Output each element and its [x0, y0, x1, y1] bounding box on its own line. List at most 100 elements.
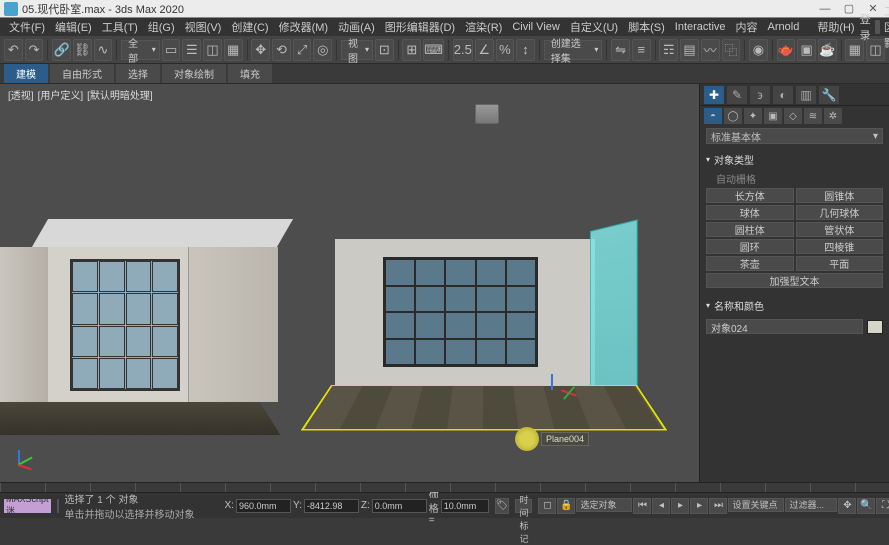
- cp-category-dropdown[interactable]: 标准基本体▾: [706, 128, 883, 144]
- ribbon-tab-populate[interactable]: 填充: [228, 64, 272, 83]
- cp-sub-shapes[interactable]: ◯: [724, 108, 742, 124]
- menu-modifiers[interactable]: 修改器(M): [274, 19, 334, 35]
- select-object-button[interactable]: ▭: [162, 39, 181, 61]
- prim-geosphere[interactable]: 几何球体: [796, 205, 884, 220]
- viewcube[interactable]: [475, 104, 505, 130]
- use-center-button[interactable]: ⊡: [375, 39, 394, 61]
- grid-input[interactable]: [441, 499, 489, 513]
- align-button[interactable]: ≡: [632, 39, 651, 61]
- snap-toggle-button[interactable]: 2.5: [453, 39, 473, 61]
- undo-button[interactable]: ↶: [4, 39, 23, 61]
- placement-button[interactable]: ◎: [313, 39, 332, 61]
- cp-tab-display[interactable]: ▥: [796, 86, 816, 104]
- menu-grapheditors[interactable]: 图形编辑器(D): [380, 19, 460, 35]
- select-region-button[interactable]: ◫: [203, 39, 222, 61]
- move-gizmo[interactable]: [551, 374, 579, 402]
- prim-cone[interactable]: 圆锥体: [796, 188, 884, 203]
- manipulate-button[interactable]: ⊞: [402, 39, 421, 61]
- redo-button[interactable]: ↷: [25, 39, 44, 61]
- cp-sub-spacewarps[interactable]: ≋: [804, 108, 822, 124]
- menu-help[interactable]: 帮助(H): [812, 19, 859, 35]
- prim-box[interactable]: 长方体: [706, 188, 794, 203]
- prim-plane[interactable]: 平面: [796, 256, 884, 271]
- ref-coord-dropdown[interactable]: 视图: [341, 40, 373, 60]
- object-color-swatch[interactable]: [867, 320, 883, 334]
- ribbon-tab-modeling[interactable]: 建模: [4, 64, 48, 83]
- menu-group[interactable]: 组(G): [143, 19, 180, 35]
- menu-script[interactable]: 脚本(S): [623, 19, 670, 35]
- menu-customize[interactable]: 自定义(U): [565, 19, 623, 35]
- menu-rendering[interactable]: 渲染(R): [460, 19, 507, 35]
- open-autodesk-button[interactable]: ▦: [845, 39, 864, 61]
- render-button[interactable]: ☕: [818, 39, 837, 61]
- coord-y-input[interactable]: [304, 499, 359, 513]
- prim-torus[interactable]: 圆环: [706, 239, 794, 254]
- cp-sub-systems[interactable]: ✲: [824, 108, 842, 124]
- layer-explorer-button[interactable]: ☶: [659, 39, 678, 61]
- selection-filter-dropdown[interactable]: 全部: [121, 40, 160, 60]
- menu-arnold[interactable]: Arnold: [763, 21, 805, 33]
- cp-sub-geometry[interactable]: ◓: [704, 108, 722, 124]
- viewport-label[interactable]: [透视][用户定义][默认明暗处理]: [6, 87, 155, 102]
- select-name-button[interactable]: ☰: [182, 39, 201, 61]
- named-selset-dropdown[interactable]: 创建选择集: [544, 40, 603, 60]
- render-setup-button[interactable]: 🫖: [777, 39, 796, 61]
- arnold-render-button[interactable]: ◫: [866, 39, 885, 61]
- material-editor-button[interactable]: ◉: [749, 39, 768, 61]
- move-button[interactable]: ✥: [251, 39, 270, 61]
- window-crossing-button[interactable]: ▦: [224, 39, 243, 61]
- schematic-view-button[interactable]: ⿻: [722, 39, 741, 61]
- scale-button[interactable]: ⤢: [293, 39, 312, 61]
- cp-tab-utilities[interactable]: 🔧: [819, 86, 839, 104]
- cp-autogrid-check[interactable]: 自动栅格: [706, 169, 883, 188]
- prim-textplus[interactable]: 加强型文本: [706, 273, 883, 288]
- menu-tools[interactable]: 工具(T): [97, 19, 143, 35]
- cp-tab-create[interactable]: ✚: [704, 86, 724, 104]
- angle-snap-button[interactable]: ∠: [475, 39, 494, 61]
- workspace-icon[interactable]: [875, 20, 880, 34]
- spinner-snap-button[interactable]: ↕: [516, 39, 535, 61]
- cp-tab-hierarchy[interactable]: ϶: [750, 86, 770, 104]
- link-button[interactable]: 🔗: [52, 39, 71, 61]
- cp-sub-helpers[interactable]: ◇: [784, 108, 802, 124]
- menu-create[interactable]: 创建(C): [226, 19, 273, 35]
- coord-z-input[interactable]: [372, 499, 427, 513]
- maximize-button[interactable]: ▢: [837, 2, 861, 15]
- render-frame-button[interactable]: ▣: [797, 39, 816, 61]
- menu-interactive[interactable]: Interactive: [670, 21, 731, 33]
- ribbon-tab-selection[interactable]: 选择: [116, 64, 160, 83]
- viewport[interactable]: [透视][用户定义][默认明暗处理]: [0, 84, 699, 482]
- menu-civilview[interactable]: Civil View: [507, 21, 564, 33]
- percent-snap-button[interactable]: %: [496, 39, 515, 61]
- object-name-input[interactable]: 对象024: [706, 319, 863, 334]
- coord-x-input[interactable]: [236, 499, 291, 513]
- time-tag-dropdown[interactable]: 添加时间标记: [515, 499, 532, 513]
- ribbon-tab-freeform[interactable]: 自由形式: [50, 64, 114, 83]
- minimize-button[interactable]: —: [813, 3, 837, 15]
- menu-file[interactable]: 文件(F): [4, 19, 50, 35]
- bind-spacewarp-button[interactable]: ∿: [94, 39, 113, 61]
- unlink-button[interactable]: ⛓: [73, 39, 92, 61]
- keyboard-shortcut-button[interactable]: ⌨: [423, 39, 444, 61]
- menu-content[interactable]: 内容: [731, 19, 763, 35]
- rotate-button[interactable]: ⟲: [272, 39, 291, 61]
- cp-tab-modify[interactable]: ✎: [727, 86, 747, 104]
- mirror-button[interactable]: ⇋: [611, 39, 630, 61]
- prim-cylinder[interactable]: 圆柱体: [706, 222, 794, 237]
- prim-pyramid[interactable]: 四棱锥: [796, 239, 884, 254]
- prim-tube[interactable]: 管状体: [796, 222, 884, 237]
- cp-rollout-objtype[interactable]: 对象类型: [706, 150, 883, 169]
- menu-view[interactable]: 视图(V): [180, 19, 227, 35]
- prim-teapot[interactable]: 茶壶: [706, 256, 794, 271]
- cp-rollout-name[interactable]: 名称和颜色: [706, 296, 883, 315]
- curve-editor-button[interactable]: 〰: [701, 39, 720, 61]
- prim-sphere[interactable]: 球体: [706, 205, 794, 220]
- cp-tab-motion[interactable]: ◐: [773, 86, 793, 104]
- cp-sub-cameras[interactable]: ▣: [764, 108, 782, 124]
- menu-edit[interactable]: 编辑(E): [50, 19, 97, 35]
- toggle-ribbon-button[interactable]: ▤: [680, 39, 699, 61]
- maxscript-input[interactable]: [57, 499, 59, 513]
- ribbon-tab-objectpaint[interactable]: 对象绘制: [162, 64, 226, 83]
- cp-sub-lights[interactable]: ✦: [744, 108, 762, 124]
- menu-animation[interactable]: 动画(A): [333, 19, 380, 35]
